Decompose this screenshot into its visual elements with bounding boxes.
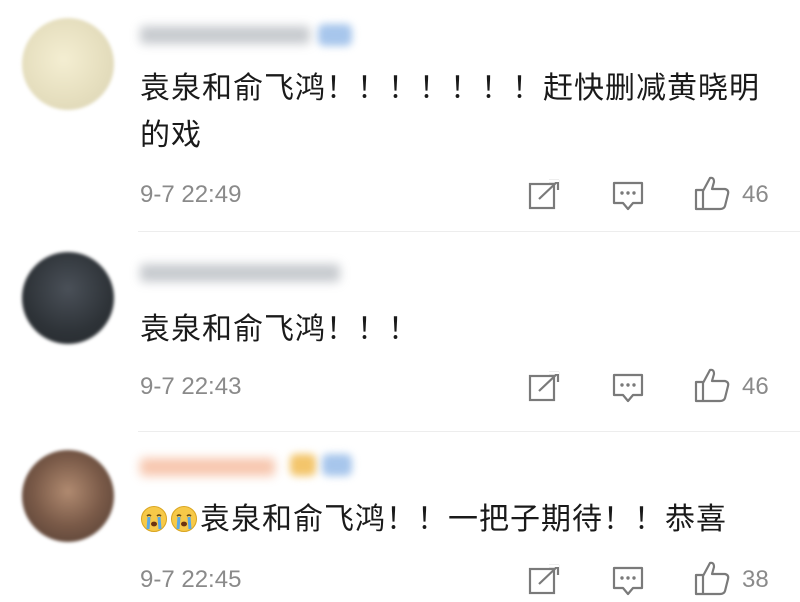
comment-item: 袁泉和俞飞鸿！！！ 9-7 22:43 46 bbox=[0, 232, 800, 432]
comment-text-body: 袁泉和俞飞鸿！！一把子期待！！恭喜 bbox=[200, 502, 727, 537]
crying-face-icon bbox=[141, 506, 167, 532]
user-badge bbox=[290, 454, 316, 476]
thumbs-up-icon bbox=[694, 176, 730, 211]
username[interactable] bbox=[140, 458, 275, 476]
comment-button[interactable] bbox=[611, 372, 645, 408]
user-badge bbox=[322, 454, 352, 476]
comment-item: 袁泉和俞飞鸿！！！！！！！赶快删减黄晓明的戏 9-7 22:49 46 bbox=[0, 0, 800, 232]
username[interactable] bbox=[140, 264, 340, 282]
thumbs-up-icon bbox=[694, 561, 730, 596]
share-button[interactable] bbox=[527, 563, 561, 601]
comment-item: 袁泉和俞飞鸿！！一把子期待！！恭喜 9-7 22:45 38 bbox=[0, 432, 800, 602]
avatar[interactable] bbox=[22, 450, 114, 542]
like-count: 38 bbox=[742, 566, 769, 593]
share-button[interactable] bbox=[527, 370, 561, 408]
comment-icon bbox=[612, 373, 644, 403]
share-icon bbox=[528, 371, 560, 402]
comment-time: 9-7 22:43 bbox=[140, 373, 242, 400]
crying-face-icon bbox=[171, 506, 197, 532]
comment-time: 9-7 22:49 bbox=[140, 181, 242, 208]
share-icon bbox=[528, 179, 560, 210]
share-button[interactable] bbox=[527, 178, 561, 216]
username[interactable] bbox=[140, 26, 310, 44]
thumbs-up-icon bbox=[694, 368, 730, 403]
comment-text: 袁泉和俞飞鸿！！！ bbox=[140, 312, 419, 347]
share-icon bbox=[528, 564, 560, 595]
comment-text: 袁泉和俞飞鸿！！！！！！！赶快删减黄晓明的戏 bbox=[140, 71, 760, 153]
user-badge bbox=[318, 24, 352, 46]
avatar[interactable] bbox=[22, 252, 114, 344]
like-button[interactable] bbox=[693, 366, 731, 408]
comment-icon bbox=[612, 181, 644, 211]
like-count: 46 bbox=[742, 181, 769, 208]
comment-text: 袁泉和俞飞鸿！！一把子期待！！恭喜 bbox=[140, 496, 780, 543]
like-button[interactable] bbox=[693, 559, 731, 601]
like-count: 46 bbox=[742, 373, 769, 400]
like-button[interactable] bbox=[693, 174, 731, 216]
avatar[interactable] bbox=[22, 18, 114, 110]
comment-time: 9-7 22:45 bbox=[140, 566, 242, 593]
comment-button[interactable] bbox=[611, 565, 645, 601]
comment-button[interactable] bbox=[611, 180, 645, 216]
comment-icon bbox=[612, 566, 644, 596]
